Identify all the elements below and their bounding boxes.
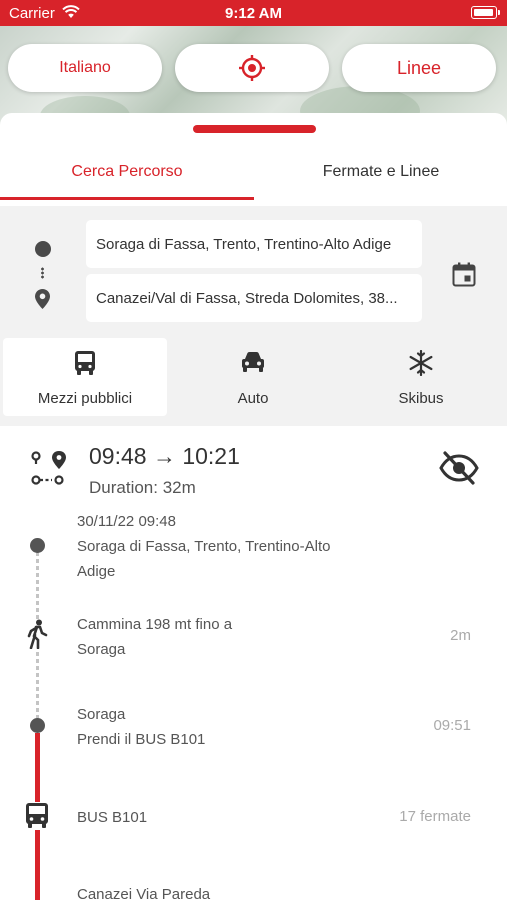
battery-icon xyxy=(471,6,500,19)
step-line: BUS B101 xyxy=(77,809,148,826)
mode-mezzi-pubblici[interactable]: Mezzi pubblici xyxy=(3,338,167,416)
language-button[interactable]: Italiano xyxy=(8,44,162,92)
clock: 9:12 AM xyxy=(225,5,282,22)
walk-path xyxy=(36,652,39,718)
eye-off-icon[interactable] xyxy=(439,450,479,486)
step-bus: BUS B101 xyxy=(77,805,147,830)
step-arrival: Canazei Via Pareda xyxy=(77,882,210,900)
step-departure: 30/11/22 09:48 Soraga di Fassa, Trento, … xyxy=(77,509,330,584)
drag-handle[interactable] xyxy=(193,125,316,133)
step-bus-stops: 17 fermate xyxy=(399,808,471,825)
destination-field[interactable]: Canazei/Val di Fassa, Streda Dolomites, … xyxy=(86,274,422,322)
mode-label: Mezzi pubblici xyxy=(37,390,133,407)
step-line: 30/11/22 09:48 xyxy=(77,513,176,530)
step-walk: Cammina 198 mt fino a Soraga xyxy=(77,612,232,662)
status-bar: Carrier 9:12 AM xyxy=(0,0,507,26)
bus-icon xyxy=(25,802,49,830)
walk-path xyxy=(36,552,39,620)
walk-icon xyxy=(26,619,48,649)
transport-modes: Mezzi pubblici Auto Skibus xyxy=(0,336,507,426)
step-line: Soraga xyxy=(77,706,126,723)
stop-node xyxy=(30,718,45,733)
stop-node xyxy=(30,538,45,553)
bus-icon xyxy=(75,351,95,375)
step-line: Adige xyxy=(77,563,116,580)
mode-label: Skibus xyxy=(398,390,444,407)
destination-pin-icon xyxy=(35,289,50,309)
calendar-icon[interactable] xyxy=(452,262,476,287)
snowflake-icon xyxy=(409,350,433,376)
step-line: Soraga di Fassa, Trento, Trentino-Alto xyxy=(77,538,331,555)
step-line: Prendi il BUS B101 xyxy=(77,731,206,748)
origin-dot-icon xyxy=(35,241,51,257)
step-board-time: 09:51 xyxy=(433,717,471,734)
locate-button[interactable] xyxy=(175,44,329,92)
tab-fermate-linee[interactable]: Fermate e Linee xyxy=(254,163,507,181)
step-board: Soraga Prendi il BUS B101 xyxy=(77,702,205,752)
mode-auto[interactable]: Auto xyxy=(171,338,335,416)
mode-skibus[interactable]: Skibus xyxy=(339,338,503,416)
step-line: Cammina 198 mt fino a xyxy=(77,616,233,633)
mode-label: Auto xyxy=(237,390,269,407)
route-duration: Duration: 32m xyxy=(89,478,196,497)
step-line: Soraga xyxy=(77,641,126,658)
step-walk-duration: 2m xyxy=(450,627,471,644)
route-icon xyxy=(31,451,66,485)
connector-dots xyxy=(41,267,44,279)
lines-button[interactable]: Linee xyxy=(342,44,496,92)
step-line: Canazei Via Pareda xyxy=(77,886,211,900)
car-icon xyxy=(242,352,264,372)
crosshair-icon xyxy=(239,55,265,81)
origin-field[interactable]: Soraga di Fassa, Trento, Trentino-Alto A… xyxy=(86,220,422,268)
active-tab-indicator xyxy=(0,197,254,200)
route-times: 09:48 → 10:21 xyxy=(89,443,240,469)
route-panel: Cerca Percorso Fermate e Linee Soraga di… xyxy=(0,113,507,900)
tab-cerca-percorso[interactable]: Cerca Percorso xyxy=(0,163,254,181)
